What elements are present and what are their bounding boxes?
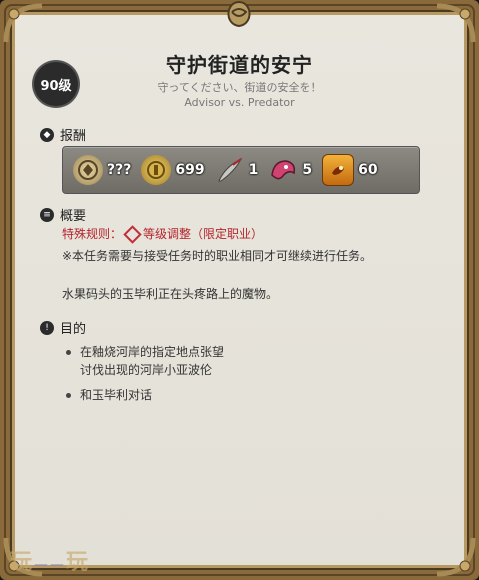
- objective-item: 和玉毕利对话: [66, 386, 152, 403]
- bullet-icon: [66, 350, 71, 355]
- objective-line: 在釉烧河岸的指定地点张望: [80, 345, 225, 359]
- objective-line: 和玉毕利对话: [80, 388, 153, 402]
- watermark-dash: ——: [34, 557, 67, 573]
- special-rule-label: 特殊规则：: [62, 227, 123, 241]
- objective-subline: 讨伐出现的河岸小亚波伦: [80, 363, 213, 377]
- reward-item[interactable]: 1: [215, 155, 259, 185]
- frame-top-crest-icon: [227, 0, 251, 28]
- reward-item[interactable]: 60: [322, 154, 378, 186]
- summary-header: ≡ 概要: [40, 205, 86, 224]
- objective-item: 在釉烧河岸的指定地点张望: [66, 343, 224, 360]
- frame-corner-ornament-icon: [3, 3, 43, 43]
- rewards-header: ◆ 报酬: [40, 125, 86, 144]
- objectives-header: ! 目的: [40, 318, 86, 337]
- summary-note: ※本任务需要与接受任务时的职业相同才可继续进行任务。: [62, 249, 373, 263]
- quest-title: 守护街道的安宁: [166, 53, 313, 77]
- reward-count: 60: [358, 162, 378, 178]
- rewards-bar: ??? 699 1 5 60: [62, 146, 420, 194]
- gil-coin-icon: [141, 155, 172, 185]
- scroll-emblem-icon: [322, 154, 355, 186]
- coin-token-icon: [73, 155, 103, 185]
- pink-dragon-mask-icon: [268, 155, 298, 185]
- summary-header-label: 概要: [60, 209, 87, 224]
- quest-subtitle-en: Advisor vs. Predator: [184, 96, 295, 109]
- objective-exclamation-icon: !: [40, 320, 54, 335]
- rewards-header-label: 报酬: [60, 129, 87, 144]
- frame-corner-ornament-icon: [436, 3, 476, 43]
- reward-section-icon: ◆: [40, 127, 54, 142]
- reward-count: 699: [175, 162, 205, 178]
- reward-count: 1: [248, 162, 259, 178]
- reward-count: 5: [302, 162, 313, 178]
- reward-count: ???: [107, 162, 132, 178]
- quest-subtitle-jp: 守ってください、街道の安全を！: [157, 81, 322, 94]
- feather-quill-icon: [215, 155, 245, 185]
- reward-item[interactable]: ???: [73, 155, 131, 185]
- frame-corner-ornament-icon: [436, 537, 476, 577]
- reward-item[interactable]: 699: [141, 155, 205, 185]
- bullet-icon: [66, 393, 71, 398]
- summary-text: 水果码头的玉毕利正在头疼路上的魔物。: [62, 287, 279, 301]
- level-sync-icon: [123, 225, 142, 244]
- objectives-header-label: 目的: [60, 322, 87, 337]
- special-rule-value: 等级调整（限定职业）: [143, 227, 264, 241]
- watermark-logo: 玩——玩: [10, 544, 90, 576]
- watermark-left: 玩: [10, 550, 35, 575]
- watermark-right: 玩: [66, 550, 91, 575]
- summary-section-icon: ≡: [40, 207, 54, 222]
- reward-item[interactable]: 5: [268, 155, 312, 185]
- special-rule: 特殊规则： 等级调整（限定职业）: [62, 225, 264, 244]
